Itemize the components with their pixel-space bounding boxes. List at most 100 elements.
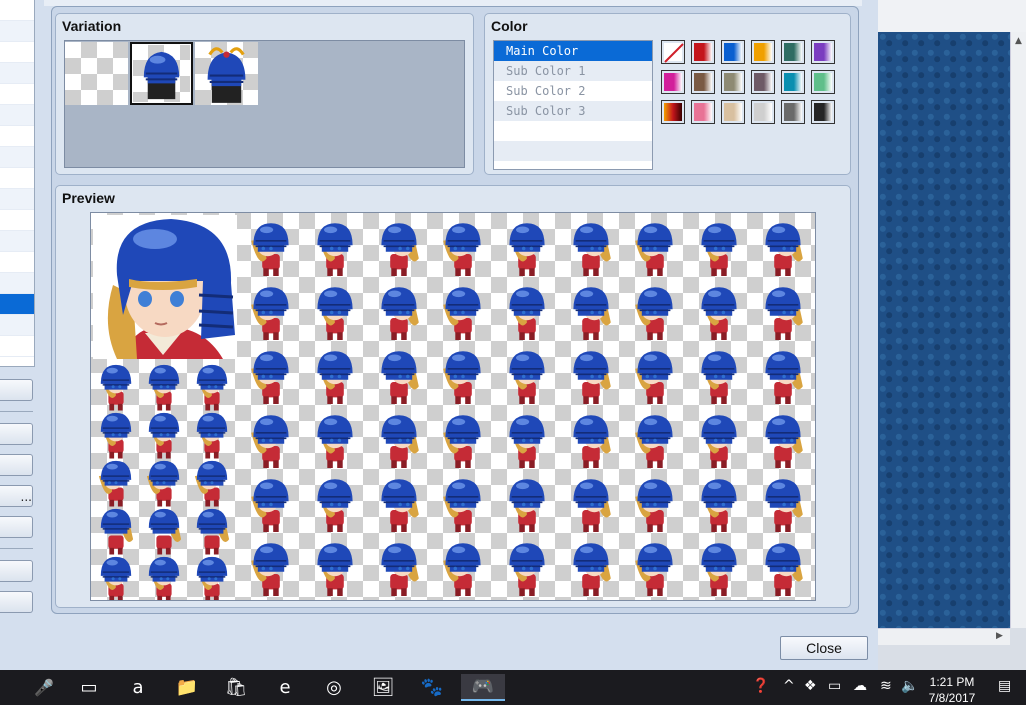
left-list[interactable]: [0, 0, 35, 367]
character-sprite: [701, 479, 737, 532]
scroll-right-icon[interactable]: ▶: [996, 631, 1003, 641]
rpgmaker-icon[interactable]: 🎮: [461, 674, 505, 701]
left-list-row[interactable]: [0, 42, 34, 63]
photos-icon[interactable]: 🖼: [369, 674, 397, 701]
notifications-icon[interactable]: ▤: [998, 678, 1011, 694]
color-swatch[interactable]: [661, 100, 685, 124]
map-vertical-scrollbar[interactable]: ▲: [1010, 32, 1026, 628]
left-list-row[interactable]: [0, 21, 34, 42]
color-swatch[interactable]: [811, 100, 835, 124]
color-panel: Color Main Color Sub Color 1 Sub Color 2…: [484, 13, 851, 175]
preview-panel: Preview: [55, 185, 851, 608]
color-swatch[interactable]: [661, 70, 685, 94]
gimp-icon[interactable]: 🐾: [418, 674, 446, 701]
amazon-icon[interactable]: a: [124, 674, 152, 701]
color-swatch[interactable]: [781, 40, 805, 64]
left-list-row[interactable]: [0, 0, 34, 21]
color-swatch[interactable]: [781, 70, 805, 94]
close-button[interactable]: Close: [780, 636, 868, 660]
color-swatch[interactable]: [691, 70, 715, 94]
left-list-row[interactable]: [0, 231, 34, 252]
variation-thumb-helmet-crest[interactable]: [195, 42, 258, 105]
preview-title: Preview: [62, 190, 115, 206]
character-sprite: [148, 364, 180, 411]
color-item-sub-3[interactable]: Sub Color 3: [494, 101, 652, 121]
color-swatch[interactable]: [691, 100, 715, 124]
variation-thumb-none[interactable]: [65, 42, 128, 105]
left-list-row[interactable]: [0, 189, 34, 210]
clock-date[interactable]: 7/8/2017: [925, 691, 979, 705]
left-list-row[interactable]: [0, 315, 34, 336]
character-sprite: [196, 508, 230, 555]
map-horizontal-scrollbar[interactable]: ▶: [878, 628, 1010, 645]
volume-icon[interactable]: 🔈: [901, 678, 918, 694]
character-sprite: [443, 479, 481, 532]
left-list-row[interactable]: [0, 63, 34, 84]
left-button-6[interactable]: [0, 591, 33, 613]
color-item-sub-2[interactable]: Sub Color 2: [494, 81, 652, 101]
color-swatch[interactable]: [751, 70, 775, 94]
microphone-icon[interactable]: 🎤: [30, 674, 58, 701]
color-swatch[interactable]: [721, 100, 745, 124]
clock-time[interactable]: 1:21 PM: [929, 675, 975, 689]
battery-icon[interactable]: ▭: [828, 678, 841, 694]
variation-thumb-helmet-plain[interactable]: [130, 42, 193, 105]
scroll-up-icon[interactable]: ▲: [1015, 36, 1022, 46]
left-button-1[interactable]: [0, 379, 33, 401]
left-list-row[interactable]: [0, 210, 34, 231]
left-button-ellipsis[interactable]: ...: [0, 485, 33, 507]
left-divider: [0, 411, 33, 412]
color-list-empty: [494, 121, 652, 141]
character-sprite: [196, 412, 228, 459]
left-button-4[interactable]: [0, 516, 33, 538]
edge-icon[interactable]: e: [271, 674, 299, 701]
left-list-row[interactable]: [0, 84, 34, 105]
left-button-3[interactable]: [0, 454, 33, 476]
character-sprite: [381, 543, 419, 596]
character-sprite: [148, 556, 180, 600]
left-button-2[interactable]: [0, 423, 33, 445]
character-sprite: [765, 479, 803, 532]
left-list-row[interactable]: [0, 252, 34, 273]
left-button-ellipsis-label: ...: [20, 490, 32, 504]
tripadvisor-icon[interactable]: ◎: [320, 674, 348, 701]
character-sprite: [765, 415, 803, 468]
character-sprite: [251, 479, 289, 532]
left-list-row[interactable]: [0, 168, 34, 189]
character-sprite: [251, 223, 289, 276]
file-explorer-icon[interactable]: 📁: [173, 674, 201, 701]
character-sprite: [573, 287, 611, 340]
no-color-swatch[interactable]: [661, 40, 685, 64]
task-view-icon[interactable]: ▭: [75, 674, 103, 701]
character-sprite: [148, 412, 180, 459]
left-list-row[interactable]: [0, 105, 34, 126]
color-swatch[interactable]: [721, 70, 745, 94]
onedrive-icon[interactable]: ☁: [853, 678, 867, 694]
character-sprite: [317, 223, 353, 276]
chevron-up-icon[interactable]: ^: [783, 678, 795, 694]
left-list-row[interactable]: [0, 126, 34, 147]
left-list-row[interactable]: [0, 336, 34, 357]
left-list-row[interactable]: [0, 294, 34, 315]
color-swatch[interactable]: [811, 70, 835, 94]
character-sprite: [100, 508, 134, 555]
color-swatch[interactable]: [751, 40, 775, 64]
color-item-main[interactable]: Main Color: [494, 41, 652, 61]
color-swatch[interactable]: [781, 100, 805, 124]
color-swatch[interactable]: [691, 40, 715, 64]
color-item-sub-1[interactable]: Sub Color 1: [494, 61, 652, 81]
color-swatch[interactable]: [751, 100, 775, 124]
left-list-row[interactable]: [0, 273, 34, 294]
left-list-row[interactable]: [0, 147, 34, 168]
taskbar: 🎤 ▭ a 📁 🛍 e ◎ 🖼 🐾 🎮 ❓ ^ ❖ ▭ ☁ ≋ 🔈 ▤: [0, 670, 1026, 705]
dropbox-icon[interactable]: ❖: [804, 678, 817, 694]
store-icon[interactable]: 🛍: [222, 674, 250, 701]
character-sprite: [573, 479, 611, 532]
color-swatch[interactable]: [721, 40, 745, 64]
wifi-icon[interactable]: ≋: [880, 678, 892, 694]
help-icon[interactable]: ❓: [752, 678, 769, 694]
color-swatch[interactable]: [811, 40, 835, 64]
left-button-5[interactable]: [0, 560, 33, 582]
map-water-tiles[interactable]: [878, 32, 1010, 628]
character-sprite: [443, 415, 481, 468]
